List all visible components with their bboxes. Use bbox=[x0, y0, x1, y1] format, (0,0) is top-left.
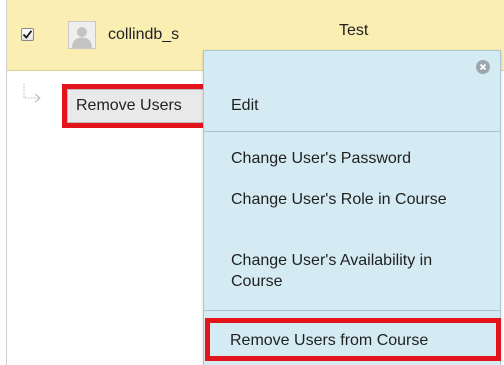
menu-divider bbox=[204, 131, 500, 132]
checkmark-icon bbox=[22, 30, 33, 39]
arrow-connector-icon bbox=[23, 84, 41, 103]
remove-users-button-label: Remove Users bbox=[67, 89, 207, 123]
menu-item-remove-users-from-course-label: Remove Users from Course bbox=[230, 332, 429, 349]
menu-item-remove-users-from-course[interactable]: Remove Users from Course bbox=[205, 318, 501, 361]
user-value: Test bbox=[339, 22, 369, 39]
menu-item-change-role[interactable]: Change User's Role in Course bbox=[204, 189, 474, 210]
row-checkbox[interactable] bbox=[21, 28, 34, 41]
username[interactable]: collindb_s bbox=[108, 26, 179, 44]
close-icon[interactable] bbox=[476, 60, 490, 74]
menu-item-change-password[interactable]: Change User's Password bbox=[204, 148, 500, 169]
menu-item-edit[interactable]: Edit bbox=[204, 95, 500, 116]
user-avatar-icon bbox=[68, 21, 96, 49]
remove-users-button[interactable]: Remove Users bbox=[62, 84, 212, 128]
menu-item-change-availability[interactable]: Change User's Availability in Course bbox=[204, 250, 474, 292]
menu-divider bbox=[204, 310, 500, 311]
